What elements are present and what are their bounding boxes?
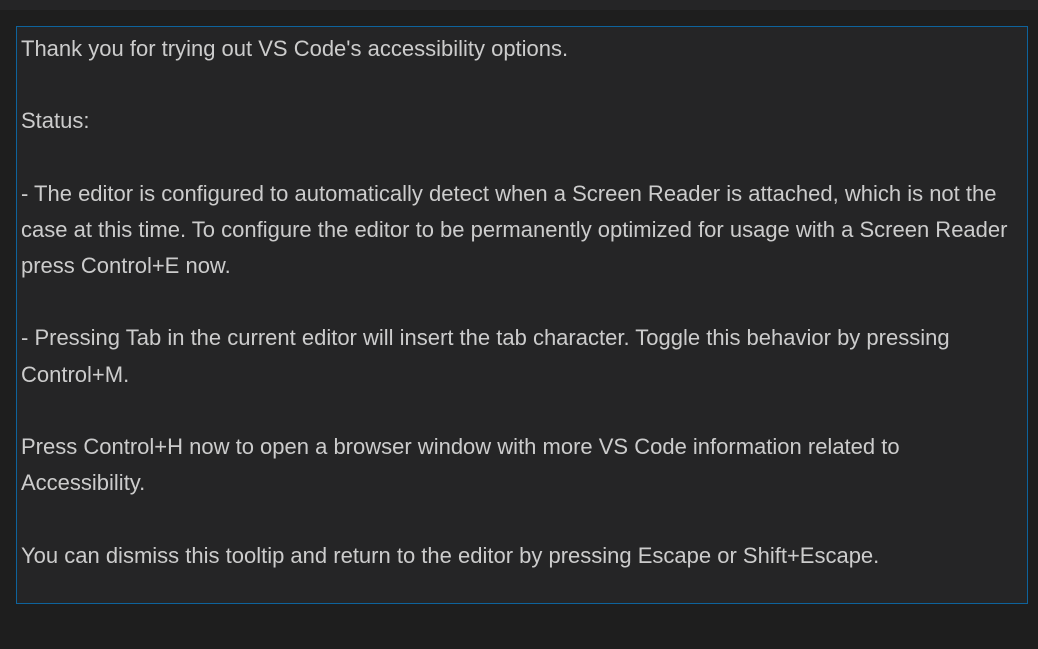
- help-text: Press Control+H now to open a browser wi…: [21, 429, 1023, 502]
- status-heading: Status:: [21, 103, 1023, 139]
- status-item-tab-behavior: - Pressing Tab in the current editor wil…: [21, 320, 1023, 393]
- status-item-screen-reader: - The editor is configured to automatica…: [21, 176, 1023, 285]
- dismiss-text: You can dismiss this tooltip and return …: [21, 538, 1023, 574]
- title-bar: [0, 0, 1038, 10]
- intro-text: Thank you for trying out VS Code's acces…: [21, 31, 1023, 67]
- accessibility-help-tooltip: Thank you for trying out VS Code's acces…: [16, 26, 1028, 604]
